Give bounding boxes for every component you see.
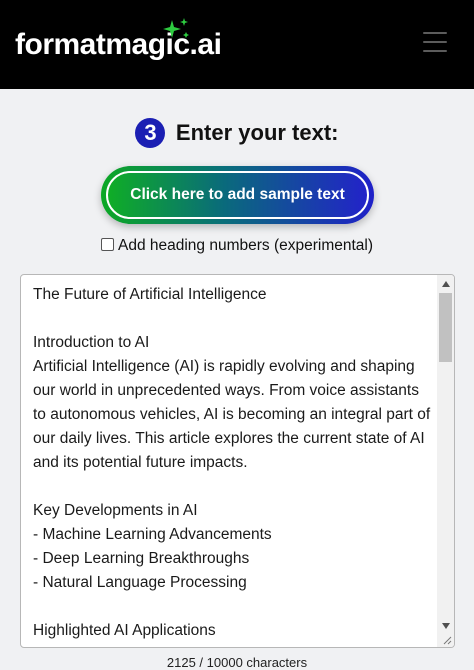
step-title: Enter your text:	[175, 120, 339, 145]
add-sample-text-button[interactable]: Click here to add sample text	[106, 171, 369, 219]
sample-text-button-frame: Click here to add sample text	[101, 166, 374, 224]
hamburger-menu-icon[interactable]	[423, 32, 447, 54]
heading-numbers-checkbox[interactable]	[100, 238, 114, 252]
vertical-scrollbar[interactable]	[437, 275, 454, 647]
scroll-down-arrow-icon[interactable]	[442, 623, 450, 629]
step-number-badge: 3	[135, 118, 166, 148]
resize-handle-icon[interactable]	[442, 635, 452, 645]
heading-numbers-option: Add heading numbers (experimental)	[0, 237, 474, 255]
scroll-up-arrow-icon[interactable]	[442, 281, 450, 287]
step-heading: 3 Enter your text:	[0, 118, 474, 148]
text-content[interactable]: The Future of Artificial Intelligence In…	[33, 283, 435, 643]
character-counter: 2125 / 10000 characters	[166, 655, 308, 670]
scroll-thumb[interactable]	[439, 293, 452, 362]
heading-numbers-label[interactable]: Add heading numbers (experimental)	[118, 237, 373, 254]
sparkle-icon	[163, 18, 189, 38]
text-input-area[interactable]: The Future of Artificial Intelligence In…	[20, 274, 455, 648]
site-header: formatmagic.ai	[0, 0, 474, 89]
